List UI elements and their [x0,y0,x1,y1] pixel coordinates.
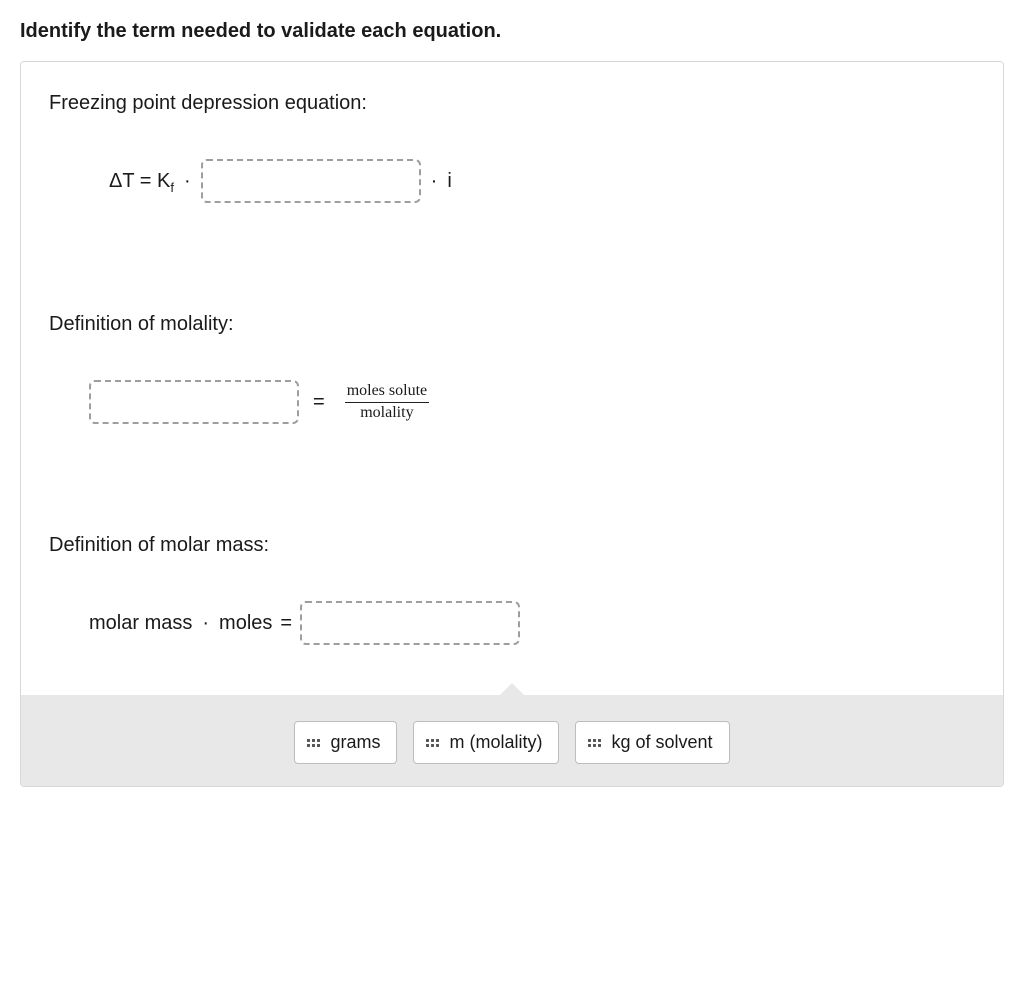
drop-target-molar-mass[interactable] [300,601,520,645]
drop-target-molality[interactable] [89,380,299,424]
section-molality: Definition of molality: = moles solute m… [49,313,975,424]
tray-arrow-icon [498,683,526,697]
fraction-molality: moles solute molality [345,382,429,422]
instruction-text: Identify the term needed to validate eac… [20,20,1004,43]
equation-row-freezing: ΔT = Kf · · i [49,159,975,203]
option-grams[interactable]: grams [294,721,397,764]
eq-equals: = [313,391,325,414]
content-area: Freezing point depression equation: ΔT =… [21,62,1003,695]
eq-dot-2: · [431,170,438,193]
eq-suffix-i: i [447,170,451,193]
equation-row-molar-mass: molar mass · moles = [49,601,975,645]
eq-text-delta-t-kf: ΔT = Kf [109,170,174,193]
fraction-denominator: molality [360,403,413,422]
option-label: kg of solvent [611,732,712,753]
section-label: Definition of molar mass: [49,534,975,557]
eq-molar-mass: molar mass [89,612,192,635]
section-label: Freezing point depression equation: [49,92,975,115]
section-molar-mass: Definition of molar mass: molar mass · m… [49,534,975,645]
eq-subscript-f: f [170,180,174,195]
fraction-numerator: moles solute [345,382,429,402]
eq-moles: moles [219,612,272,635]
option-label: grams [330,732,380,753]
section-freezing-point: Freezing point depression equation: ΔT =… [49,92,975,203]
option-molality[interactable]: m (molality) [413,721,559,764]
drag-handle-icon [426,739,439,747]
answer-tray: grams m (molality) kg of solvent [21,695,1003,786]
eq-prefix: ΔT = K [109,170,170,192]
section-label: Definition of molality: [49,313,975,336]
drag-handle-icon [588,739,601,747]
eq-dot-1: · [184,170,191,193]
eq-dot-3: · [202,612,209,635]
eq-equals-2: = [280,612,292,635]
drag-handle-icon [307,739,320,747]
question-panel: Freezing point depression equation: ΔT =… [20,61,1004,787]
option-kg-solvent[interactable]: kg of solvent [575,721,729,764]
drop-target-freezing[interactable] [201,159,421,203]
option-label: m (molality) [449,732,542,753]
equation-row-molality: = moles solute molality [49,380,975,424]
